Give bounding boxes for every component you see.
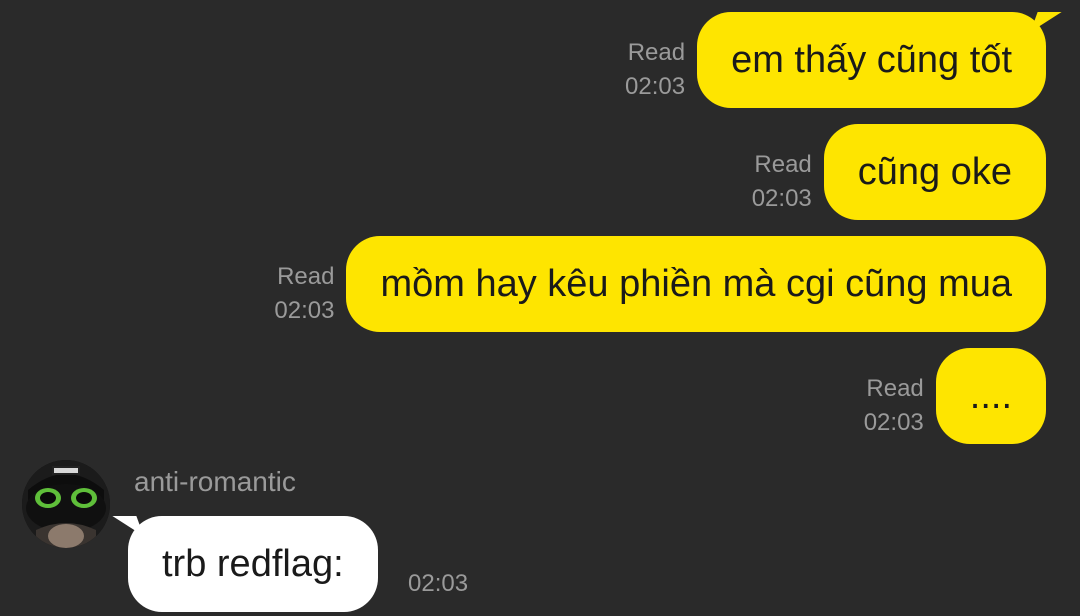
outgoing-message-bubble[interactable]: .... bbox=[935, 348, 1046, 444]
black-cat-avatar-icon[interactable] bbox=[22, 460, 110, 548]
message-meta: Read 02:03 bbox=[752, 148, 812, 216]
message-time: 02:03 bbox=[625, 73, 686, 100]
read-receipt: Read bbox=[627, 39, 686, 66]
sender-name[interactable]: anti-romantic bbox=[134, 466, 296, 498]
read-receipt: Read bbox=[866, 375, 924, 402]
outgoing-message-row: Read 02:03 mồm hay kêu phiền mà cgi cũng… bbox=[274, 236, 1046, 332]
message-time: 02:03 bbox=[751, 185, 812, 212]
message-time: 02:03 bbox=[863, 409, 924, 436]
outgoing-message-row: Read 02:03 .... bbox=[864, 348, 1046, 444]
message-time: 02:03 bbox=[274, 297, 335, 324]
read-receipt: Read bbox=[754, 151, 812, 178]
read-receipt: Read bbox=[277, 263, 335, 290]
outgoing-message-bubble[interactable]: mồm hay kêu phiền mà cgi cũng mua bbox=[346, 236, 1046, 332]
outgoing-message-bubble[interactable]: em thấy cũng tốt bbox=[697, 12, 1046, 108]
message-meta: Read 02:03 bbox=[625, 36, 685, 104]
chat-view: Read 02:03 em thấy cũng tốt Read 02:03 c… bbox=[0, 0, 1080, 616]
outgoing-message-bubble[interactable]: cũng oke bbox=[823, 124, 1046, 220]
message-meta: Read 02:03 bbox=[274, 260, 334, 328]
outgoing-message-row: Read 02:03 cũng oke bbox=[752, 124, 1046, 220]
incoming-message-bubble[interactable]: trb redflag: bbox=[128, 516, 378, 612]
message-time: 02:03 bbox=[408, 570, 469, 597]
outgoing-message-row: Read 02:03 em thấy cũng tốt bbox=[625, 12, 1046, 108]
message-meta: Read 02:03 bbox=[864, 372, 924, 440]
